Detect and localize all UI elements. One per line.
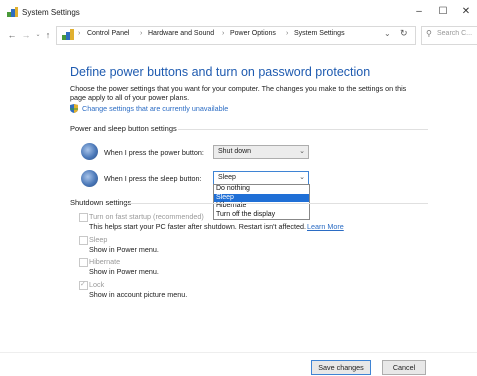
power-options-icon (7, 7, 18, 17)
lock-checkbox-label: Lock (89, 280, 105, 289)
forward-button[interactable]: → (21, 29, 31, 41)
cancel-button[interactable]: Cancel (382, 360, 426, 375)
footer-divider (0, 352, 477, 353)
back-button[interactable]: ← (7, 29, 17, 41)
option-do-nothing[interactable]: Do nothing (214, 185, 309, 194)
breadcrumb-separator: › (286, 30, 289, 37)
minimize-button[interactable]: – (408, 3, 430, 21)
hibernate-checkbox[interactable] (79, 258, 88, 267)
search-input[interactable]: Search C... (437, 30, 477, 37)
breadcrumb-hardware-and-sound[interactable]: Hardware and Sound (148, 30, 214, 37)
sleep-button-label: When I press the sleep button: (104, 174, 202, 183)
close-button[interactable]: ✕ (455, 3, 477, 21)
fast-startup-checkbox[interactable] (79, 213, 88, 222)
section-divider (178, 129, 428, 130)
hibernate-checkbox-description: Show in Power menu. (89, 267, 159, 276)
refresh-button[interactable]: ↻ (400, 28, 408, 39)
power-button-action-select[interactable]: Shut down ⌄ (213, 145, 309, 159)
fast-startup-label: Turn on fast startup (recommended) (89, 212, 204, 221)
page-title: Define power buttons and turn on passwor… (70, 65, 371, 79)
hibernate-checkbox-label: Hibernate (89, 257, 121, 266)
option-sleep[interactable]: Sleep (214, 193, 309, 202)
page-description: Choose the power settings that you want … (70, 84, 407, 102)
power-sleep-section-header: Power and sleep button settings (70, 124, 177, 133)
control-panel-icon (62, 29, 74, 40)
maximize-button[interactable]: ☐ (432, 3, 454, 21)
chevron-down-icon: ⌄ (299, 174, 305, 181)
power-button-icon (81, 143, 98, 160)
power-button-action-value: Shut down (218, 148, 252, 155)
sleep-checkbox-description: Show in Power menu. (89, 245, 159, 254)
breadcrumb-separator: › (78, 30, 81, 37)
breadcrumb-separator: › (222, 30, 225, 37)
chevron-down-icon: ⌄ (299, 148, 305, 155)
window-title: System Settings (22, 8, 80, 17)
breadcrumb-separator: › (140, 30, 143, 37)
save-changes-button[interactable]: Save changes (311, 360, 371, 375)
sleep-button-action-value: Sleep (218, 174, 236, 181)
sleep-button-icon (81, 170, 98, 187)
address-dropdown-button[interactable]: ⌄ (384, 29, 391, 38)
recent-locations-button[interactable]: ⌄ (33, 29, 43, 41)
change-settings-link[interactable]: Change settings that are currently unava… (82, 104, 228, 113)
uac-shield-icon (70, 104, 78, 113)
up-button[interactable]: ↑ (43, 29, 53, 41)
learn-more-link[interactable]: Learn More (307, 222, 344, 231)
fast-startup-description: This helps start your PC faster after sh… (89, 222, 306, 231)
option-turn-off-display[interactable]: Turn off the display (214, 211, 309, 220)
sleep-checkbox-label: Sleep (89, 235, 108, 244)
sleep-button-action-select[interactable]: Sleep ⌄ (213, 171, 309, 185)
breadcrumb-power-options[interactable]: Power Options (230, 30, 276, 37)
shutdown-section-header: Shutdown settings (70, 198, 132, 207)
breadcrumb-system-settings[interactable]: System Settings (294, 30, 345, 37)
power-button-label: When I press the power button: (104, 148, 204, 157)
lock-checkbox-description: Show in account picture menu. (89, 290, 188, 299)
section-divider (124, 203, 428, 204)
breadcrumb-control-panel[interactable]: Control Panel (87, 30, 129, 37)
search-icon: ⚲ (426, 29, 432, 38)
lock-checkbox[interactable] (79, 280, 88, 290)
sleep-button-options-list: Do nothing Sleep Hibernate Turn off the … (213, 184, 310, 220)
sleep-checkbox[interactable] (79, 236, 88, 245)
